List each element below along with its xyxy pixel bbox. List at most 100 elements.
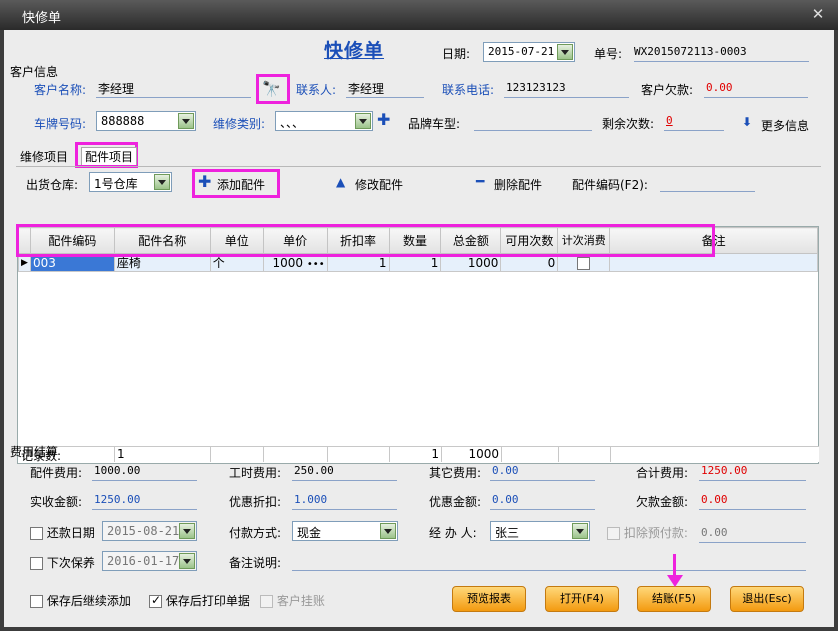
plate-label: 车牌号码: xyxy=(34,117,87,131)
parts-fee-label: 配件费用: xyxy=(30,466,83,480)
chevron-down-icon[interactable] xyxy=(154,174,170,190)
footer-blank xyxy=(264,447,328,462)
repair-type-combo[interactable]: 、、、 xyxy=(275,111,373,131)
phone-label: 联系电话: xyxy=(442,83,495,97)
next-maint-checkbox[interactable] xyxy=(30,557,43,570)
owe-value: 0.00 xyxy=(699,490,806,510)
customer-credit-toggle[interactable]: 客户挂账 xyxy=(260,592,325,609)
chevron-down-icon[interactable] xyxy=(179,553,195,569)
debt-value: 0.00 xyxy=(704,78,808,98)
pay-method-label: 付款方式: xyxy=(229,526,282,540)
chevron-down-icon[interactable] xyxy=(179,523,195,539)
next-maint-picker[interactable]: 2016-01-17 xyxy=(102,551,197,571)
repay-date-picker[interactable]: 2015-08-21 xyxy=(102,521,197,541)
deduct-prepay-checkbox[interactable] xyxy=(607,527,620,540)
contact-field[interactable]: 李经理 xyxy=(346,78,424,98)
paid-value[interactable]: 1250.00 xyxy=(92,490,197,510)
ellipsis-icon[interactable]: ••• xyxy=(307,259,325,270)
footer-blank xyxy=(559,447,611,462)
discount-value[interactable]: 1.000 xyxy=(292,490,397,510)
other-fee-label: 其它费用: xyxy=(429,466,482,480)
preview-report-button[interactable]: 预览报表 xyxy=(452,586,526,612)
add-repair-type-icon[interactable]: ✚ xyxy=(377,110,390,129)
remark-label: 备注说明: xyxy=(229,556,282,570)
table-footer: 记录数: 1 1 1000 xyxy=(19,446,819,463)
chevron-down-icon[interactable] xyxy=(355,113,371,129)
remark-field[interactable] xyxy=(292,551,806,571)
tab-repair-items[interactable]: 维修项目 xyxy=(20,148,68,165)
repay-date-toggle[interactable]: 还款日期 xyxy=(30,524,95,541)
pay-method-combo[interactable]: 现金 xyxy=(292,521,398,541)
other-fee-value[interactable]: 0.00 xyxy=(490,461,595,481)
phone-field[interactable]: 123123123 xyxy=(504,78,629,98)
delete-part-button[interactable]: 删除配件 xyxy=(494,176,542,193)
date-picker[interactable]: 2015-07-21 xyxy=(483,42,575,62)
chevron-down-icon[interactable] xyxy=(178,113,194,129)
arrow-down-indicator-icon xyxy=(667,575,683,587)
keep-adding-label: 保存后继续添加 xyxy=(46,594,131,608)
repay-date-checkbox[interactable] xyxy=(30,527,43,540)
warehouse-combo[interactable]: 1号仓库 xyxy=(89,172,172,192)
parts-fee-value: 1000.00 xyxy=(92,461,197,481)
print-after-save-label: 保存后打印单据 xyxy=(165,594,250,608)
footer-total-sum: 1000 xyxy=(442,447,502,462)
minus-icon[interactable]: ━ xyxy=(476,174,484,190)
chevron-down-icon[interactable] xyxy=(380,523,396,539)
title-bar[interactable]: 快修单 ✕ xyxy=(0,0,838,30)
customer-name-field[interactable]: 李经理 xyxy=(96,78,251,98)
quick-repair-window: 快修单 ✕ 快修单 日期: 2015-07-21 单号: WX201507211… xyxy=(0,0,838,631)
handler-value: 张三 xyxy=(495,526,520,540)
handler-combo[interactable]: 张三 xyxy=(490,521,590,541)
part-code-field[interactable] xyxy=(660,172,755,192)
deduct-prepay-label: 扣除预付款: xyxy=(623,526,688,540)
highlight-row xyxy=(16,224,715,257)
deduct-prepay-value: 0.00 xyxy=(699,523,806,543)
discount-amount-label: 优惠金额: xyxy=(429,495,482,509)
print-after-save-toggle[interactable]: 保存后打印单据 xyxy=(149,592,250,609)
owe-label: 欠款金额: xyxy=(636,495,689,509)
brand-field[interactable] xyxy=(474,111,592,131)
order-no-value: WX2015072113-0003 xyxy=(634,42,809,62)
warehouse-value: 1号仓库 xyxy=(94,177,138,191)
print-after-save-checkbox[interactable] xyxy=(149,593,162,608)
close-icon[interactable]: ✕ xyxy=(808,5,828,23)
footer-blank xyxy=(211,447,264,462)
open-button[interactable]: 打开(F4) xyxy=(545,586,619,612)
customer-credit-label: 客户挂账 xyxy=(276,594,325,608)
keep-adding-checkbox[interactable] xyxy=(30,595,43,608)
next-maint-value: 2016-01-17 xyxy=(107,554,180,568)
tab-parts-items[interactable]: 配件项目 xyxy=(81,147,138,165)
deduct-prepay-toggle[interactable]: 扣除预付款: xyxy=(607,524,688,541)
footer-count-value: 1 xyxy=(115,447,211,462)
binoculars-icon[interactable]: 🔭 xyxy=(262,80,281,98)
tab-divider xyxy=(16,166,821,167)
plate-combo[interactable]: 888888 xyxy=(96,111,196,131)
labor-fee-value[interactable]: 250.00 xyxy=(292,461,397,481)
arrow-down-icon[interactable]: ⬇ xyxy=(742,115,752,129)
customer-credit-checkbox[interactable] xyxy=(260,595,273,608)
triangle-up-icon[interactable]: ▲ xyxy=(336,175,345,189)
checkout-button[interactable]: 结账(F5) xyxy=(637,586,711,612)
paid-label: 实收金额: xyxy=(30,495,83,509)
plus-icon[interactable]: ✚ xyxy=(198,172,211,191)
labor-fee-label: 工时费用: xyxy=(229,466,282,480)
parts-table: 配件编码 配件名称 单位 单价 折扣率 数量 总金额 可用次数 计次消费 备注 xyxy=(17,226,819,464)
count-consume-checkbox[interactable] xyxy=(577,256,591,270)
discount-amount-value[interactable]: 0.00 xyxy=(490,490,595,510)
exit-button[interactable]: 退出(Esc) xyxy=(730,586,804,612)
chevron-down-icon[interactable] xyxy=(572,523,588,539)
more-info-link[interactable]: 更多信息 xyxy=(761,117,809,134)
next-maint-toggle[interactable]: 下次保养 xyxy=(30,554,95,571)
debt-label: 客户欠款: xyxy=(641,83,694,97)
add-part-button[interactable]: 添加配件 xyxy=(217,176,265,193)
chevron-down-icon[interactable] xyxy=(557,44,573,60)
keep-adding-toggle[interactable]: 保存后继续添加 xyxy=(30,592,131,609)
remaining-value: 0 xyxy=(664,111,724,131)
edit-part-button[interactable]: 修改配件 xyxy=(355,176,403,193)
date-value: 2015-07-21 xyxy=(488,45,555,58)
repay-date-value: 2015-08-21 xyxy=(107,524,180,538)
footer-blank xyxy=(328,447,390,462)
fees-section-label: 费用结算 xyxy=(10,445,59,459)
discount-label: 优惠折扣: xyxy=(229,495,282,509)
part-code-label: 配件编码(F2): xyxy=(572,178,648,192)
